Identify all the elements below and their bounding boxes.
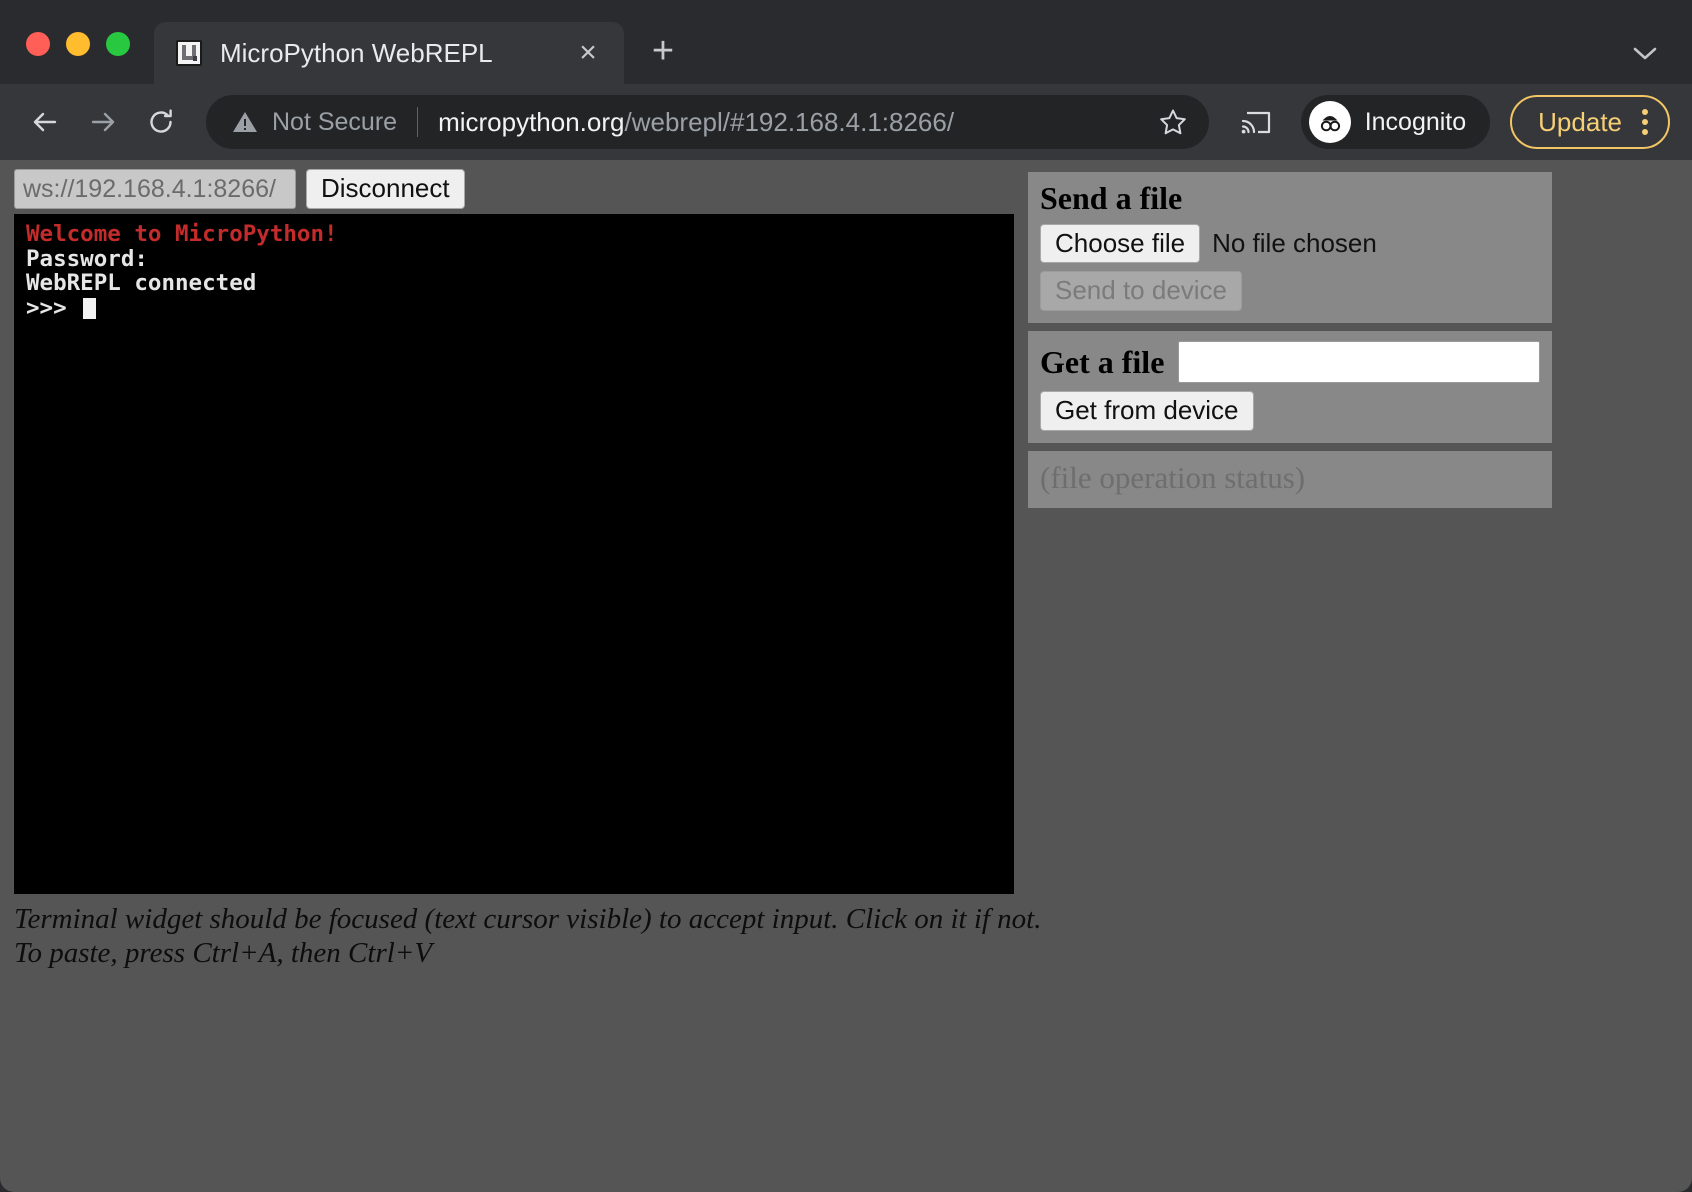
get-from-device-button[interactable]: Get from device (1040, 391, 1254, 432)
close-tab-icon[interactable]: × (568, 33, 608, 73)
terminal-prompt: >>> (26, 294, 81, 321)
send-to-device-button[interactable]: Send to device (1040, 271, 1243, 312)
reload-icon[interactable] (134, 95, 188, 149)
file-operation-status-text: (file operation status) (1040, 460, 1306, 496)
url-path: /webrepl/#192.168.4.1:8266/ (624, 106, 955, 137)
chosen-file-label: No file chosen (1212, 228, 1377, 259)
micropython-logo-icon (176, 40, 202, 66)
terminal-line-welcome: Welcome to MicroPython! (26, 221, 338, 247)
webrepl-connection-bar: ws://192.168.4.1:8266/ Disconnect (14, 168, 1014, 210)
terminal-line-connected: WebREPL connected (26, 270, 257, 296)
text-cursor (83, 297, 97, 319)
not-secure-warning-icon (232, 109, 258, 135)
browser-tab[interactable]: MicroPython WebREPL × (154, 22, 624, 84)
new-tab-button[interactable]: + (636, 24, 690, 78)
send-file-title: Send a file (1040, 180, 1183, 216)
get-filename-input[interactable] (1178, 341, 1540, 384)
get-file-title: Get a file (1040, 343, 1165, 380)
terminal-output[interactable]: Welcome to MicroPython! Password: WebREP… (14, 214, 1014, 894)
disconnect-button[interactable]: Disconnect (306, 169, 465, 209)
incognito-avatar-icon (1308, 101, 1351, 143)
choose-file-button[interactable]: Choose file (1040, 223, 1201, 264)
help-text-line-2: To paste, press Ctrl+A, then Ctrl+V (14, 937, 433, 969)
close-window-button[interactable] (26, 32, 50, 56)
websocket-url-input[interactable]: ws://192.168.4.1:8266/ (14, 169, 296, 209)
tab-title: MicroPython WebREPL (220, 37, 493, 68)
tab-strip: MicroPython WebREPL × + (0, 0, 1692, 84)
get-file-panel: Get a file Get from device (1028, 331, 1552, 444)
browser-toolbar: Not Secure micropython.org/webrepl/#192.… (0, 84, 1692, 160)
back-arrow-icon[interactable] (18, 95, 72, 149)
maximize-window-button[interactable] (106, 32, 130, 56)
browser-window: MicroPython WebREPL × + Not Secure micro… (0, 0, 1692, 1192)
file-picker-row: Choose file No file chosen (1040, 223, 1540, 264)
chevron-down-icon[interactable] (1632, 46, 1658, 62)
url-text: micropython.org/webrepl/#192.168.4.1:826… (438, 107, 1147, 138)
terminal-line-password: Password: (26, 245, 148, 272)
incognito-indicator[interactable]: Incognito (1300, 95, 1491, 149)
send-button-row: Send to device (1040, 271, 1540, 312)
webrepl-main-column: ws://192.168.4.1:8266/ Disconnect Welcom… (14, 168, 1042, 970)
file-operation-status-panel: (file operation status) (1028, 451, 1552, 509)
star-icon[interactable] (1147, 96, 1199, 148)
help-text-line-1: Terminal widget should be focused (text … (14, 903, 1042, 935)
forward-arrow-icon[interactable] (76, 95, 130, 149)
send-file-panel: Send a file Choose file No file chosen S… (1028, 172, 1552, 324)
update-label: Update (1538, 106, 1622, 137)
get-file-row: Get a file (1040, 341, 1540, 384)
incognito-label: Incognito (1364, 107, 1467, 136)
omnibox-divider (417, 107, 419, 137)
three-dot-menu-icon[interactable] (1636, 109, 1654, 135)
security-status-label: Not Secure (272, 107, 398, 136)
update-button[interactable]: Update (1510, 95, 1670, 149)
file-transfer-column: Send a file Choose file No file chosen S… (1028, 172, 1552, 509)
cast-icon[interactable] (1229, 95, 1283, 149)
minimize-window-button[interactable] (66, 32, 90, 56)
terminal-help-text: Terminal widget should be focused (text … (14, 902, 1134, 970)
address-bar[interactable]: Not Secure micropython.org/webrepl/#192.… (206, 95, 1209, 149)
terminal-prompt-line: >>> (26, 294, 1014, 321)
url-domain: micropython.org (438, 106, 625, 137)
get-button-row: Get from device (1040, 391, 1540, 432)
window-controls (0, 32, 150, 84)
page-content: ws://192.168.4.1:8266/ Disconnect Welcom… (0, 160, 1692, 1192)
